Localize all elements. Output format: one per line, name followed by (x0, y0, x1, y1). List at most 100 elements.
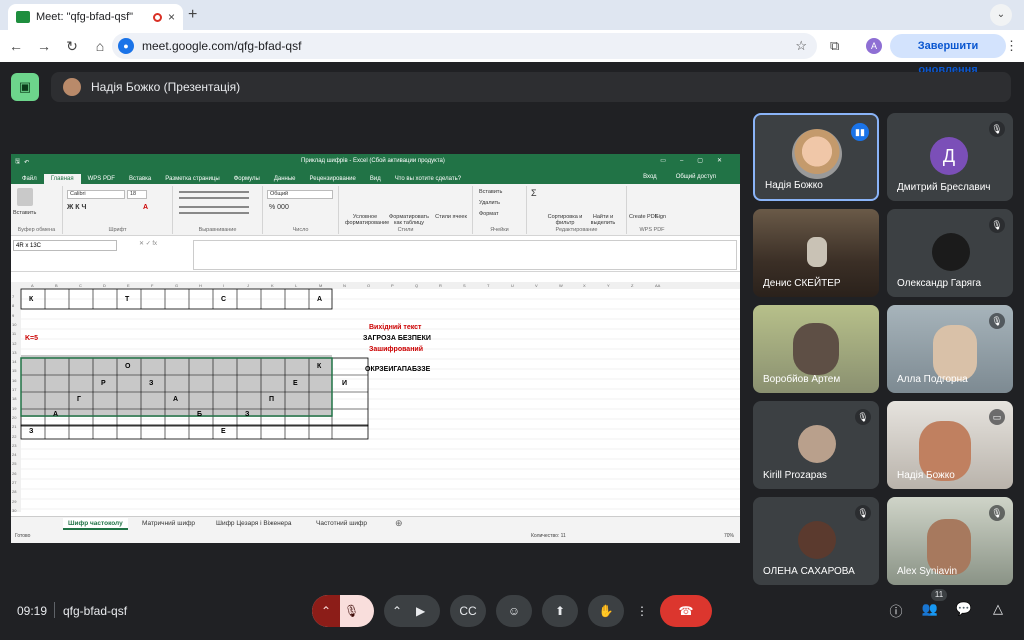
paste-icon (17, 188, 33, 206)
participant-name: Alex Syniavin (897, 566, 958, 577)
row-header: 15 (12, 368, 17, 374)
layout-icon[interactable]: ▣ (11, 73, 39, 101)
more-options-button[interactable]: ⋮ (632, 595, 652, 627)
cells-insert: Вставить (479, 189, 503, 195)
activities-icon[interactable]: △ (988, 601, 1008, 617)
people-icon[interactable]: 👥 (920, 601, 940, 617)
row-header: 18 (12, 396, 17, 402)
cell-i7: С (221, 296, 227, 303)
row-header: 30 (12, 507, 17, 513)
menu-data: Данные (273, 176, 296, 182)
row-header: 14 (12, 359, 17, 365)
group-label: WPS PDF (639, 227, 665, 233)
tab-close-icon[interactable]: × (168, 10, 175, 24)
percent-icon: % 000 (269, 204, 289, 211)
participant-name: Воробйов Артем (763, 374, 841, 385)
sheet-tab-fence: Шифр частоколу (63, 518, 128, 530)
site-info-icon[interactable]: ● (118, 38, 134, 54)
formula-bar (193, 240, 737, 270)
group-label: Редактирование (555, 227, 598, 233)
menu-tell-me: Что вы хотите сделать? (394, 176, 462, 182)
participant-tile[interactable]: 🎙 Kirill Prozapas (753, 401, 879, 489)
cell-k15: П (269, 396, 275, 403)
presentation-bar: Надія Божко (Презентація) (51, 72, 1011, 102)
camera-options-icon[interactable]: ⌃ (392, 595, 402, 627)
menu-right: Вход Общий доступ (629, 172, 730, 182)
sign: Sign (655, 214, 667, 220)
undo-icon: ↶ (24, 159, 30, 166)
cell-d14: Р (101, 380, 106, 387)
home-icon[interactable]: ⌂ (88, 38, 112, 54)
group-styles: Условное форматирование Форматировать ка… (339, 186, 473, 234)
update-button[interactable]: Завершити оновлення (890, 34, 1006, 76)
k-value: K=5 (25, 335, 39, 342)
captions-button[interactable]: CC (450, 595, 486, 627)
participant-tile[interactable]: ▭ Надія Божко (887, 401, 1013, 489)
mic-off-icon: 🎙 (344, 604, 360, 618)
new-tab-icon[interactable]: + (188, 6, 197, 24)
mic-off-icon: 🎙 (855, 505, 871, 521)
excel-menu: Файл Главная WPS PDF Вставка Разметка ст… (11, 170, 740, 184)
mic-button[interactable]: ⌃ 🎙 (312, 595, 374, 627)
row-header: 26 (12, 470, 17, 476)
cell-j16: З (245, 411, 250, 418)
browser-tab[interactable]: Meet: "qfg-bfad-qsf" × (8, 4, 183, 30)
group-wps: Create PDF Sign WPS PDF (627, 186, 677, 234)
browser-chrome: Meet: "qfg-bfad-qsf" × + ⌄ ← → ↻ ⌂ ● mee… (0, 0, 1024, 76)
leave-call-button[interactable]: ☎ (660, 595, 712, 627)
bookmark-star-icon[interactable]: ☆ (795, 38, 807, 54)
call-controls: 09:19 qfg-bfad-qsf ⌃ 🎙 ⌃ ▶ CC ☺ ⬆ ✋ ⋮ ☎ … (0, 589, 1024, 640)
clock: 09:19 (17, 604, 48, 618)
column-header: L (295, 283, 298, 288)
fx-icon: ✕ ✓ fx (139, 241, 158, 247)
reactions-button[interactable]: ☺ (496, 595, 532, 627)
chat-icon[interactable]: 💬 (954, 601, 974, 617)
cell-g15: А (173, 396, 179, 403)
cell-b16: А (53, 411, 59, 418)
participant-tile[interactable]: 🎙 ОЛЕНА САХАРОВА (753, 497, 879, 585)
participant-tile[interactable]: Воробйов Артем (753, 305, 879, 393)
info-icon[interactable]: ⓘ (886, 601, 906, 620)
present-icon: ⬆ (554, 604, 566, 618)
tab-search-icon[interactable]: ⌄ (990, 4, 1012, 26)
reload-icon[interactable]: ↻ (60, 38, 84, 55)
add-sheet-icon: ⊕ (395, 518, 403, 528)
browser-menu-icon[interactable]: ⋮ (1005, 38, 1018, 54)
mic-off-icon: 🎙 (989, 121, 1005, 137)
cell-a17: З (29, 428, 34, 435)
participant-tile[interactable]: ▮▮ Надія Божко (753, 113, 879, 201)
camera-button[interactable]: ⌃ ▶ (384, 595, 440, 627)
avatar (798, 521, 836, 559)
meet-favicon-icon (16, 11, 30, 23)
participant-tile[interactable]: 🎙 Алла Подгорна (887, 305, 1013, 393)
presenter-label: Надія Божко (Презентація) (91, 80, 241, 94)
participant-name: ОЛЕНА САХАРОВА (763, 566, 855, 577)
cell-h16: Б (197, 411, 203, 418)
menu-home: Главная (43, 174, 81, 184)
profile-avatar[interactable]: A (866, 38, 882, 54)
row-header: 17 (12, 387, 17, 392)
raise-hand-button[interactable]: ✋ (588, 595, 624, 627)
participant-tile[interactable]: Денис СКЕЙТЕР (753, 209, 879, 297)
present-button[interactable]: ⬆ (542, 595, 578, 627)
extensions-icon[interactable]: ⧉ (830, 38, 839, 54)
video-feed (807, 237, 827, 267)
row-header: 21 (12, 424, 17, 430)
column-header: AA (655, 283, 661, 288)
camera-icon: ▶ (416, 604, 426, 618)
participant-tile[interactable]: 🎙 Олександр Гаряга (887, 209, 1013, 297)
captions-icon: CC (459, 604, 477, 618)
participant-count-badge: 11 (931, 589, 947, 601)
bold-italic-underline: Ж К Ч (67, 204, 87, 211)
group-number: Общий % 000 Число (263, 186, 339, 234)
row-header: 11 (12, 331, 17, 337)
back-icon[interactable]: ← (4, 38, 28, 54)
participant-tile[interactable]: Д 🎙 Дмитрий Бреславич (887, 113, 1013, 201)
participant-tile[interactable]: 🎙 Alex Syniavin (887, 497, 1013, 585)
participant-name: Дмитрий Бреславич (897, 182, 991, 193)
tab-bar: Meet: "qfg-bfad-qsf" × + ⌄ (0, 0, 1024, 30)
address-bar[interactable]: ● meet.google.com/qfg-bfad-qsf ☆ (112, 33, 817, 59)
more-icon: ⋮ (636, 604, 648, 618)
mic-options-icon[interactable]: ⌃ (312, 595, 340, 627)
forward-icon[interactable]: → (32, 38, 56, 54)
